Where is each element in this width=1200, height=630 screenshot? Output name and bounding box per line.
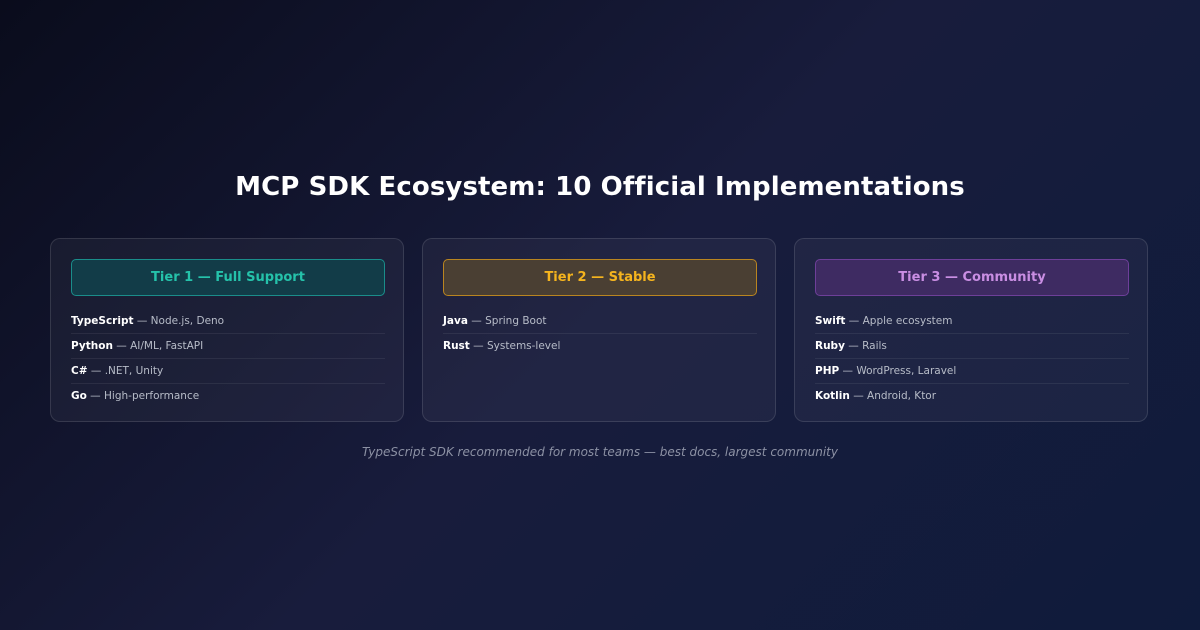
sdk-item-go: Go — High-performance — [71, 384, 385, 408]
sdk-name: TypeScript — [71, 315, 134, 327]
page-title: MCP SDK Ecosystem: 10 Official Implement… — [235, 172, 965, 202]
sdk-description: — Android, Ktor — [849, 390, 937, 402]
tier-2-sdk-list: Java — Spring Boot Rust — Systems-level — [443, 309, 757, 358]
sdk-name: C# — [71, 365, 88, 377]
tier-3-card: Tier 3 — Community Swift — Apple ecosyst… — [794, 238, 1148, 422]
sdk-item-php: PHP — WordPress, Laravel — [815, 359, 1129, 384]
sdk-item-rust: Rust — Systems-level — [443, 334, 757, 358]
sdk-name: Python — [71, 340, 113, 352]
sdk-item-typescript: TypeScript — Node.js, Deno — [71, 309, 385, 334]
tier-1-header: Tier 1 — Full Support — [71, 259, 385, 296]
footnote: TypeScript SDK recommended for most team… — [361, 445, 838, 459]
sdk-description: — Spring Boot — [467, 315, 547, 327]
sdk-item-python: Python — AI/ML, FastAPI — [71, 334, 385, 359]
sdk-name: Swift — [815, 315, 846, 327]
sdk-item-csharp: C# — .NET, Unity — [71, 359, 385, 384]
tier-2-card: Tier 2 — Stable Java — Spring Boot Rust … — [422, 238, 776, 422]
tier-1-card: Tier 1 — Full Support TypeScript — Node.… — [50, 238, 404, 422]
tier-1-sdk-list: TypeScript — Node.js, Deno Python — AI/M… — [71, 309, 385, 408]
tier-cards: Tier 1 — Full Support TypeScript — Node.… — [50, 238, 1150, 424]
sdk-name: Ruby — [815, 340, 845, 352]
sdk-name: Go — [71, 390, 87, 402]
sdk-description: — High-performance — [86, 390, 200, 402]
sdk-description: — Apple ecosystem — [845, 315, 953, 327]
sdk-description: — WordPress, Laravel — [839, 365, 957, 377]
sdk-description: — Systems-level — [469, 340, 561, 352]
sdk-description: — AI/ML, FastAPI — [112, 340, 204, 352]
tier-3-header: Tier 3 — Community — [815, 259, 1129, 296]
sdk-name: Kotlin — [815, 390, 850, 402]
tier-3-sdk-list: Swift — Apple ecosystem Ruby — Rails PHP… — [815, 309, 1129, 408]
sdk-description: — .NET, Unity — [87, 365, 164, 377]
sdk-item-ruby: Ruby — Rails — [815, 334, 1129, 359]
sdk-name: Rust — [443, 340, 470, 352]
tier-2-header: Tier 2 — Stable — [443, 259, 757, 296]
sdk-item-java: Java — Spring Boot — [443, 309, 757, 334]
sdk-description: — Rails — [844, 340, 887, 352]
sdk-name: PHP — [815, 365, 840, 377]
sdk-item-kotlin: Kotlin — Android, Ktor — [815, 384, 1129, 408]
sdk-name: Java — [443, 315, 468, 327]
sdk-description: — Node.js, Deno — [133, 315, 225, 327]
sdk-item-swift: Swift — Apple ecosystem — [815, 309, 1129, 334]
